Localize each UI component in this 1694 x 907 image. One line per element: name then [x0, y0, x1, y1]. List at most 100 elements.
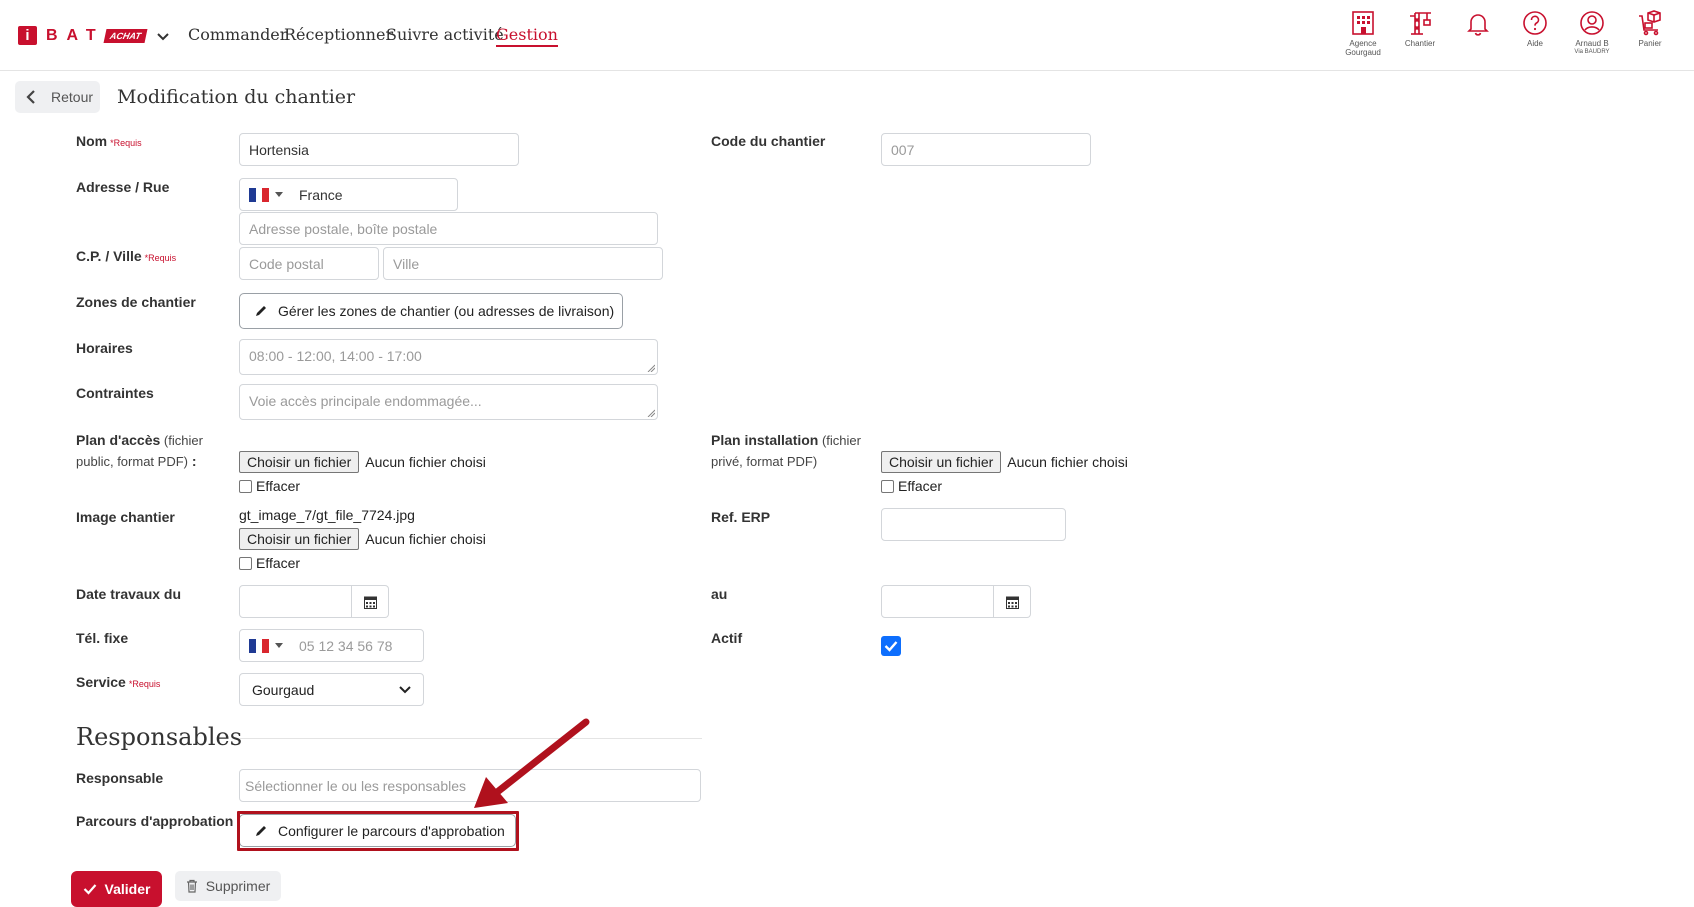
- logo-wordmark: BAT: [46, 26, 105, 44]
- nom-label: Nom *Requis: [76, 133, 142, 149]
- toolbar-user[interactable]: Arnaud B Via BAUDRY: [1562, 10, 1622, 57]
- country-value: France: [299, 186, 343, 203]
- supprimer-button[interactable]: Supprimer: [175, 871, 281, 901]
- contraintes-label: Contraintes: [76, 385, 154, 401]
- top-navbar: i BAT ACHAT Commander Réceptionner Suivr…: [0, 0, 1694, 71]
- required-tag: *Requis: [110, 138, 142, 148]
- choose-file-button[interactable]: Choisir un fichier: [239, 528, 360, 550]
- logo-achat-badge: ACHAT: [103, 28, 148, 43]
- nav-gestion[interactable]: Gestion: [496, 25, 558, 47]
- date-au-label: au: [711, 586, 728, 602]
- valider-button[interactable]: Valider: [71, 871, 162, 907]
- image-chantier-label: Image chantier: [76, 509, 175, 525]
- annotation-arrow-icon: [474, 718, 590, 808]
- toolbar-agence-label-1: Agence: [1349, 39, 1377, 48]
- actif-label: Actif: [711, 630, 743, 646]
- trash-icon: [186, 879, 197, 893]
- tel-label: Tél. fixe: [76, 630, 129, 646]
- chevron-down-icon: [399, 685, 411, 693]
- toolbar-user-company: Via BAUDRY: [1574, 49, 1610, 55]
- nav-receptionner[interactable]: Réceptionner: [284, 25, 393, 44]
- no-file-text: Aucun fichier choisi: [365, 454, 486, 470]
- toolbar-agence[interactable]: Agence Gourgaud: [1333, 10, 1393, 57]
- date-start-picker[interactable]: [239, 585, 389, 618]
- plan-installation-file-input[interactable]: Choisir un fichier Aucun fichier choisi: [881, 451, 1128, 473]
- choose-file-button[interactable]: Choisir un fichier: [239, 451, 360, 473]
- image-current-file: gt_image_7/gt_file_7724.jpg: [239, 507, 415, 523]
- annotation-highlight-box: [237, 811, 519, 851]
- effacer-checkbox[interactable]: [239, 556, 252, 570]
- caret-down-icon: [275, 642, 283, 648]
- parcours-label: Parcours d'approbation: [76, 813, 234, 829]
- manage-zones-button[interactable]: Gérer les zones de chantier (ou adresses…: [239, 293, 623, 329]
- toolbar-aide[interactable]: Aide: [1505, 10, 1565, 48]
- code-input[interactable]: 007: [881, 133, 1091, 166]
- chevron-down-icon[interactable]: [156, 29, 170, 43]
- toolbar-user-name: Arnaud B: [1575, 39, 1609, 48]
- resize-grip-icon[interactable]: [647, 409, 655, 417]
- ref-erp-label: Ref. ERP: [711, 509, 771, 525]
- choose-file-button[interactable]: Choisir un fichier: [881, 451, 1002, 473]
- date-start-calendar-button[interactable]: [352, 585, 389, 618]
- no-file-text: Aucun fichier choisi: [1007, 454, 1128, 470]
- help-circle-icon: [1523, 11, 1547, 35]
- no-file-text: Aucun fichier choisi: [365, 531, 486, 547]
- effacer-checkbox[interactable]: [881, 479, 894, 493]
- pencil-icon: [256, 306, 266, 316]
- cp-ville-label: C.P. / Ville *Requis: [76, 248, 177, 264]
- plan-acces-file-input[interactable]: Choisir un fichier Aucun fichier choisi: [239, 451, 486, 473]
- date-end-calendar-button[interactable]: [994, 585, 1031, 618]
- date-du-label: Date travaux du: [76, 586, 182, 602]
- adresse-label: Adresse / Rue: [76, 179, 170, 195]
- nav-commander[interactable]: Commander: [188, 25, 287, 44]
- country-select[interactable]: France: [239, 178, 458, 211]
- calendar-icon: [363, 596, 377, 609]
- date-end-input[interactable]: [881, 585, 994, 618]
- nom-input[interactable]: Hortensia: [239, 133, 519, 166]
- plan-acces-effacer[interactable]: Effacer: [239, 478, 300, 494]
- back-button[interactable]: Retour: [15, 81, 100, 113]
- calendar-icon: [1005, 596, 1019, 609]
- horaires-textarea[interactable]: 08:00 - 12:00, 14:00 - 17:00: [239, 339, 658, 375]
- actif-checkbox[interactable]: [881, 636, 901, 656]
- tel-input[interactable]: 05 12 34 56 78: [239, 629, 424, 662]
- postal-code-input[interactable]: Code postal: [239, 247, 379, 280]
- toolbar-chantier[interactable]: Chantier: [1390, 10, 1450, 48]
- crane-icon: [1410, 12, 1431, 35]
- image-effacer[interactable]: Effacer: [239, 555, 300, 571]
- address-input[interactable]: Adresse postale, boîte postale: [239, 212, 658, 245]
- toolbar-panier[interactable]: Panier: [1620, 10, 1680, 48]
- checkmark-icon: [884, 641, 898, 652]
- city-input[interactable]: Ville: [383, 247, 663, 280]
- effacer-checkbox[interactable]: [239, 479, 252, 493]
- caret-down-icon: [275, 191, 283, 197]
- date-start-input[interactable]: [239, 585, 352, 618]
- horaires-label: Horaires: [76, 340, 133, 356]
- page-title: Modification du chantier: [117, 86, 356, 108]
- check-icon: [83, 884, 96, 895]
- nav-suivre-activite[interactable]: Suivre activité: [386, 25, 504, 44]
- service-select[interactable]: Gourgaud: [239, 673, 424, 706]
- toolbar-panier-label: Panier: [1638, 39, 1662, 48]
- ref-erp-input[interactable]: [881, 508, 1066, 541]
- contraintes-textarea[interactable]: Voie accès principale endommagée...: [239, 384, 658, 420]
- building-icon: [1352, 11, 1374, 35]
- france-flag-icon: [249, 187, 270, 202]
- image-file-input[interactable]: Choisir un fichier Aucun fichier choisi: [239, 528, 486, 550]
- toolbar-aide-label: Aide: [1526, 39, 1543, 48]
- zones-label: Zones de chantier: [76, 294, 196, 310]
- responsables-heading: Responsables: [76, 723, 243, 751]
- cart-boxes-icon: [1639, 10, 1661, 36]
- responsable-label: Responsable: [76, 770, 164, 786]
- logo-i-mark: i: [18, 26, 37, 45]
- bell-icon: [1467, 14, 1489, 36]
- toolbar-notifications[interactable]: [1448, 10, 1508, 36]
- date-end-picker[interactable]: [881, 585, 1031, 618]
- plan-acces-label: Plan d'accès (fichier public, format PDF)…: [76, 432, 203, 469]
- back-button-label: Retour: [51, 89, 94, 105]
- ibat-logo[interactable]: i BAT ACHAT: [18, 26, 170, 45]
- plan-installation-effacer[interactable]: Effacer: [881, 478, 942, 494]
- resize-grip-icon[interactable]: [647, 364, 655, 372]
- service-label: Service *Requis: [76, 674, 161, 690]
- user-avatar-icon: [1580, 11, 1604, 35]
